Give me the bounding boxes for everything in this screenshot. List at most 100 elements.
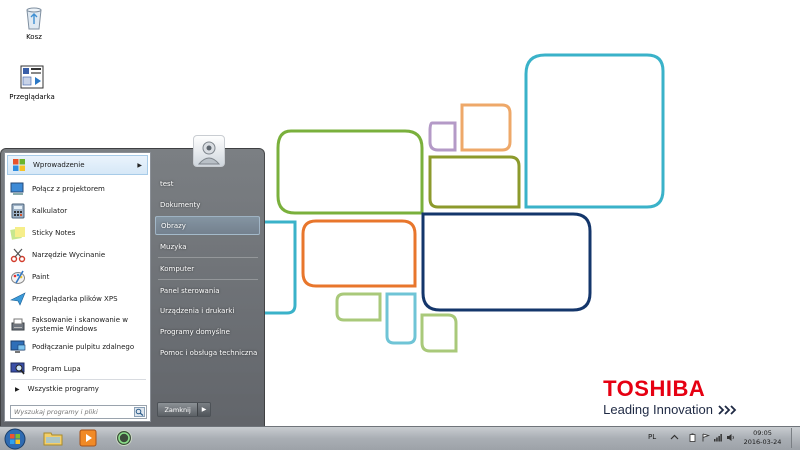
place-label: Muzyka xyxy=(160,242,187,251)
getting-started-icon xyxy=(11,157,27,173)
program-label: Sticky Notes xyxy=(32,229,76,237)
clock-date: 2016-03-24 xyxy=(743,438,782,446)
windows-logo-icon xyxy=(4,428,26,449)
place-label: Pomoc i obsługa techniczna xyxy=(160,348,258,357)
desktop-icon-label: Kosz xyxy=(26,33,42,41)
place-item-music[interactable]: Muzyka xyxy=(155,237,260,256)
show-hidden-icons-icon[interactable] xyxy=(670,433,679,442)
place-label: Komputer xyxy=(160,264,195,273)
place-label: Programy domyślne xyxy=(160,327,230,336)
recycle-bin-icon xyxy=(26,7,42,30)
network-signal-icon[interactable] xyxy=(713,433,722,442)
program-item-xps-viewer[interactable]: Przeglądarka plików XPS xyxy=(7,289,148,309)
submenu-arrow-icon: ▶ xyxy=(137,161,142,169)
all-programs-button[interactable]: ▶ Wszystkie programy xyxy=(7,381,148,397)
search-input[interactable] xyxy=(11,406,129,418)
brand-tagline: Leading Innovation xyxy=(603,402,740,417)
place-item-help-support[interactable]: Pomoc i obsługa techniczna xyxy=(155,343,260,362)
paint-icon xyxy=(10,269,26,285)
xps-viewer-icon xyxy=(10,291,26,307)
chevrons-icon xyxy=(718,404,737,415)
wallpaper-shape-cyan-small xyxy=(385,292,417,345)
program-label-wrap: Faksowanie i skanowanie w systemie Windo… xyxy=(32,316,128,334)
presenter-document-icon xyxy=(20,65,44,89)
place-label: Dokumenty xyxy=(160,200,201,209)
clock-time: 09:05 xyxy=(753,429,772,437)
action-center-flag-icon[interactable] xyxy=(701,433,710,442)
search-icon[interactable] xyxy=(134,407,145,417)
wallpaper-shape-lightgreen-a xyxy=(335,292,382,322)
start-button[interactable] xyxy=(2,427,28,450)
program-label: Kalkulator xyxy=(32,207,68,215)
program-item-fax-scan[interactable]: Faksowanie i skanowanie w systemie Windo… xyxy=(7,313,148,337)
taskbar-app-button[interactable] xyxy=(108,428,140,448)
places-separator xyxy=(158,279,258,280)
shutdown-button[interactable]: Zamknij xyxy=(158,403,198,416)
place-label: Panel sterowania xyxy=(160,286,220,295)
programs-separator xyxy=(11,379,146,380)
play-arrow-icon: ▶ xyxy=(15,385,20,393)
toshiba-brand: TOSHIBA Leading Innovation xyxy=(603,376,740,417)
program-item-remote-desktop[interactable]: Podłączanie pulpitu zdalnego xyxy=(7,337,148,357)
desktop-icon-presenter[interactable]: Przeglądarka xyxy=(2,64,62,101)
taskbar-media-player-button[interactable] xyxy=(72,428,104,448)
program-label: Paint xyxy=(32,273,50,281)
program-item-getting-started[interactable]: Wprowadzenie ▶ xyxy=(7,155,148,175)
desktop-icon-recycle-bin[interactable]: Kosz xyxy=(4,4,64,41)
clock[interactable]: 09:05 2016-03-24 xyxy=(740,429,785,447)
program-label: Narzędzie Wycinanie xyxy=(32,251,106,259)
wallpaper-shape-purple xyxy=(428,121,457,152)
explorer-icon xyxy=(43,432,63,446)
sticky-notes-icon xyxy=(10,225,26,241)
wallpaper-shape-navy xyxy=(421,212,592,312)
search-box xyxy=(10,405,147,419)
place-item-default-programs[interactable]: Programy domyślne xyxy=(155,322,260,341)
user-picture[interactable] xyxy=(193,135,225,167)
program-label: Przeglądarka plików XPS xyxy=(32,295,118,303)
shutdown-options-arrow-icon[interactable]: ▶ xyxy=(197,403,210,416)
program-item-projector[interactable]: Połącz z projektorem xyxy=(7,179,148,199)
wallpaper-shape-orange xyxy=(301,219,417,288)
places-separator xyxy=(158,257,258,258)
user-avatar-icon xyxy=(197,141,221,165)
program-item-magnifier[interactable]: Program Lupa xyxy=(7,359,148,379)
wallpaper-shape-cyan-left xyxy=(265,220,297,315)
place-label: test xyxy=(160,179,174,188)
program-item-calculator[interactable]: Kalkulator xyxy=(7,201,148,221)
taskbar-explorer-button[interactable] xyxy=(37,428,69,448)
shutdown-button-group: Zamknij ▶ xyxy=(157,402,211,417)
wallpaper-shape-green xyxy=(276,129,424,215)
place-item-documents[interactable]: Dokumenty xyxy=(155,195,260,214)
volume-icon[interactable] xyxy=(726,433,735,442)
place-item-control-panel[interactable]: Panel sterowania xyxy=(155,281,260,300)
program-item-snipping-tool[interactable]: Narzędzie Wycinanie xyxy=(7,245,148,265)
toshiba-logo: TOSHIBA xyxy=(603,376,706,401)
language-indicator[interactable]: PL xyxy=(648,433,656,441)
wallpaper-shape-cyan-large xyxy=(524,53,665,209)
program-label: Wprowadzenie xyxy=(33,161,85,169)
program-label: Program Lupa xyxy=(32,365,81,373)
program-item-paint[interactable]: Paint xyxy=(7,267,148,287)
program-label: Połącz z projektorem xyxy=(32,185,105,193)
start-menu: Wprowadzenie ▶ Połącz z projektorem Kalk… xyxy=(0,148,265,427)
remote-desktop-icon xyxy=(10,339,26,355)
wallpaper-shape-peach xyxy=(460,103,512,152)
place-item-computer[interactable]: Komputer xyxy=(155,259,260,278)
program-label-line2: systemie Windows xyxy=(32,325,98,333)
system-tray: PL 09:05 2016-03-24 xyxy=(640,428,800,448)
media-player-icon xyxy=(79,429,97,447)
place-label: Urządzenia i drukarki xyxy=(160,306,235,315)
program-item-sticky-notes[interactable]: Sticky Notes xyxy=(7,223,148,243)
place-item-devices-printers[interactable]: Urządzenia i drukarki xyxy=(155,301,260,320)
fax-scan-icon xyxy=(10,317,26,333)
place-item-user[interactable]: test xyxy=(155,174,260,193)
place-item-pictures[interactable]: Obrazy xyxy=(155,216,260,235)
brand-tagline-text: Leading Innovation xyxy=(603,402,713,417)
wallpaper-shape-lightgreen-b xyxy=(420,313,458,353)
projector-icon xyxy=(10,181,26,197)
battery-icon[interactable] xyxy=(688,433,697,442)
program-label-line1: Faksowanie i skanowanie w xyxy=(32,316,128,324)
place-label: Obrazy xyxy=(161,221,186,230)
program-label: Podłączanie pulpitu zdalnego xyxy=(32,343,135,351)
show-desktop-button[interactable] xyxy=(791,428,800,448)
